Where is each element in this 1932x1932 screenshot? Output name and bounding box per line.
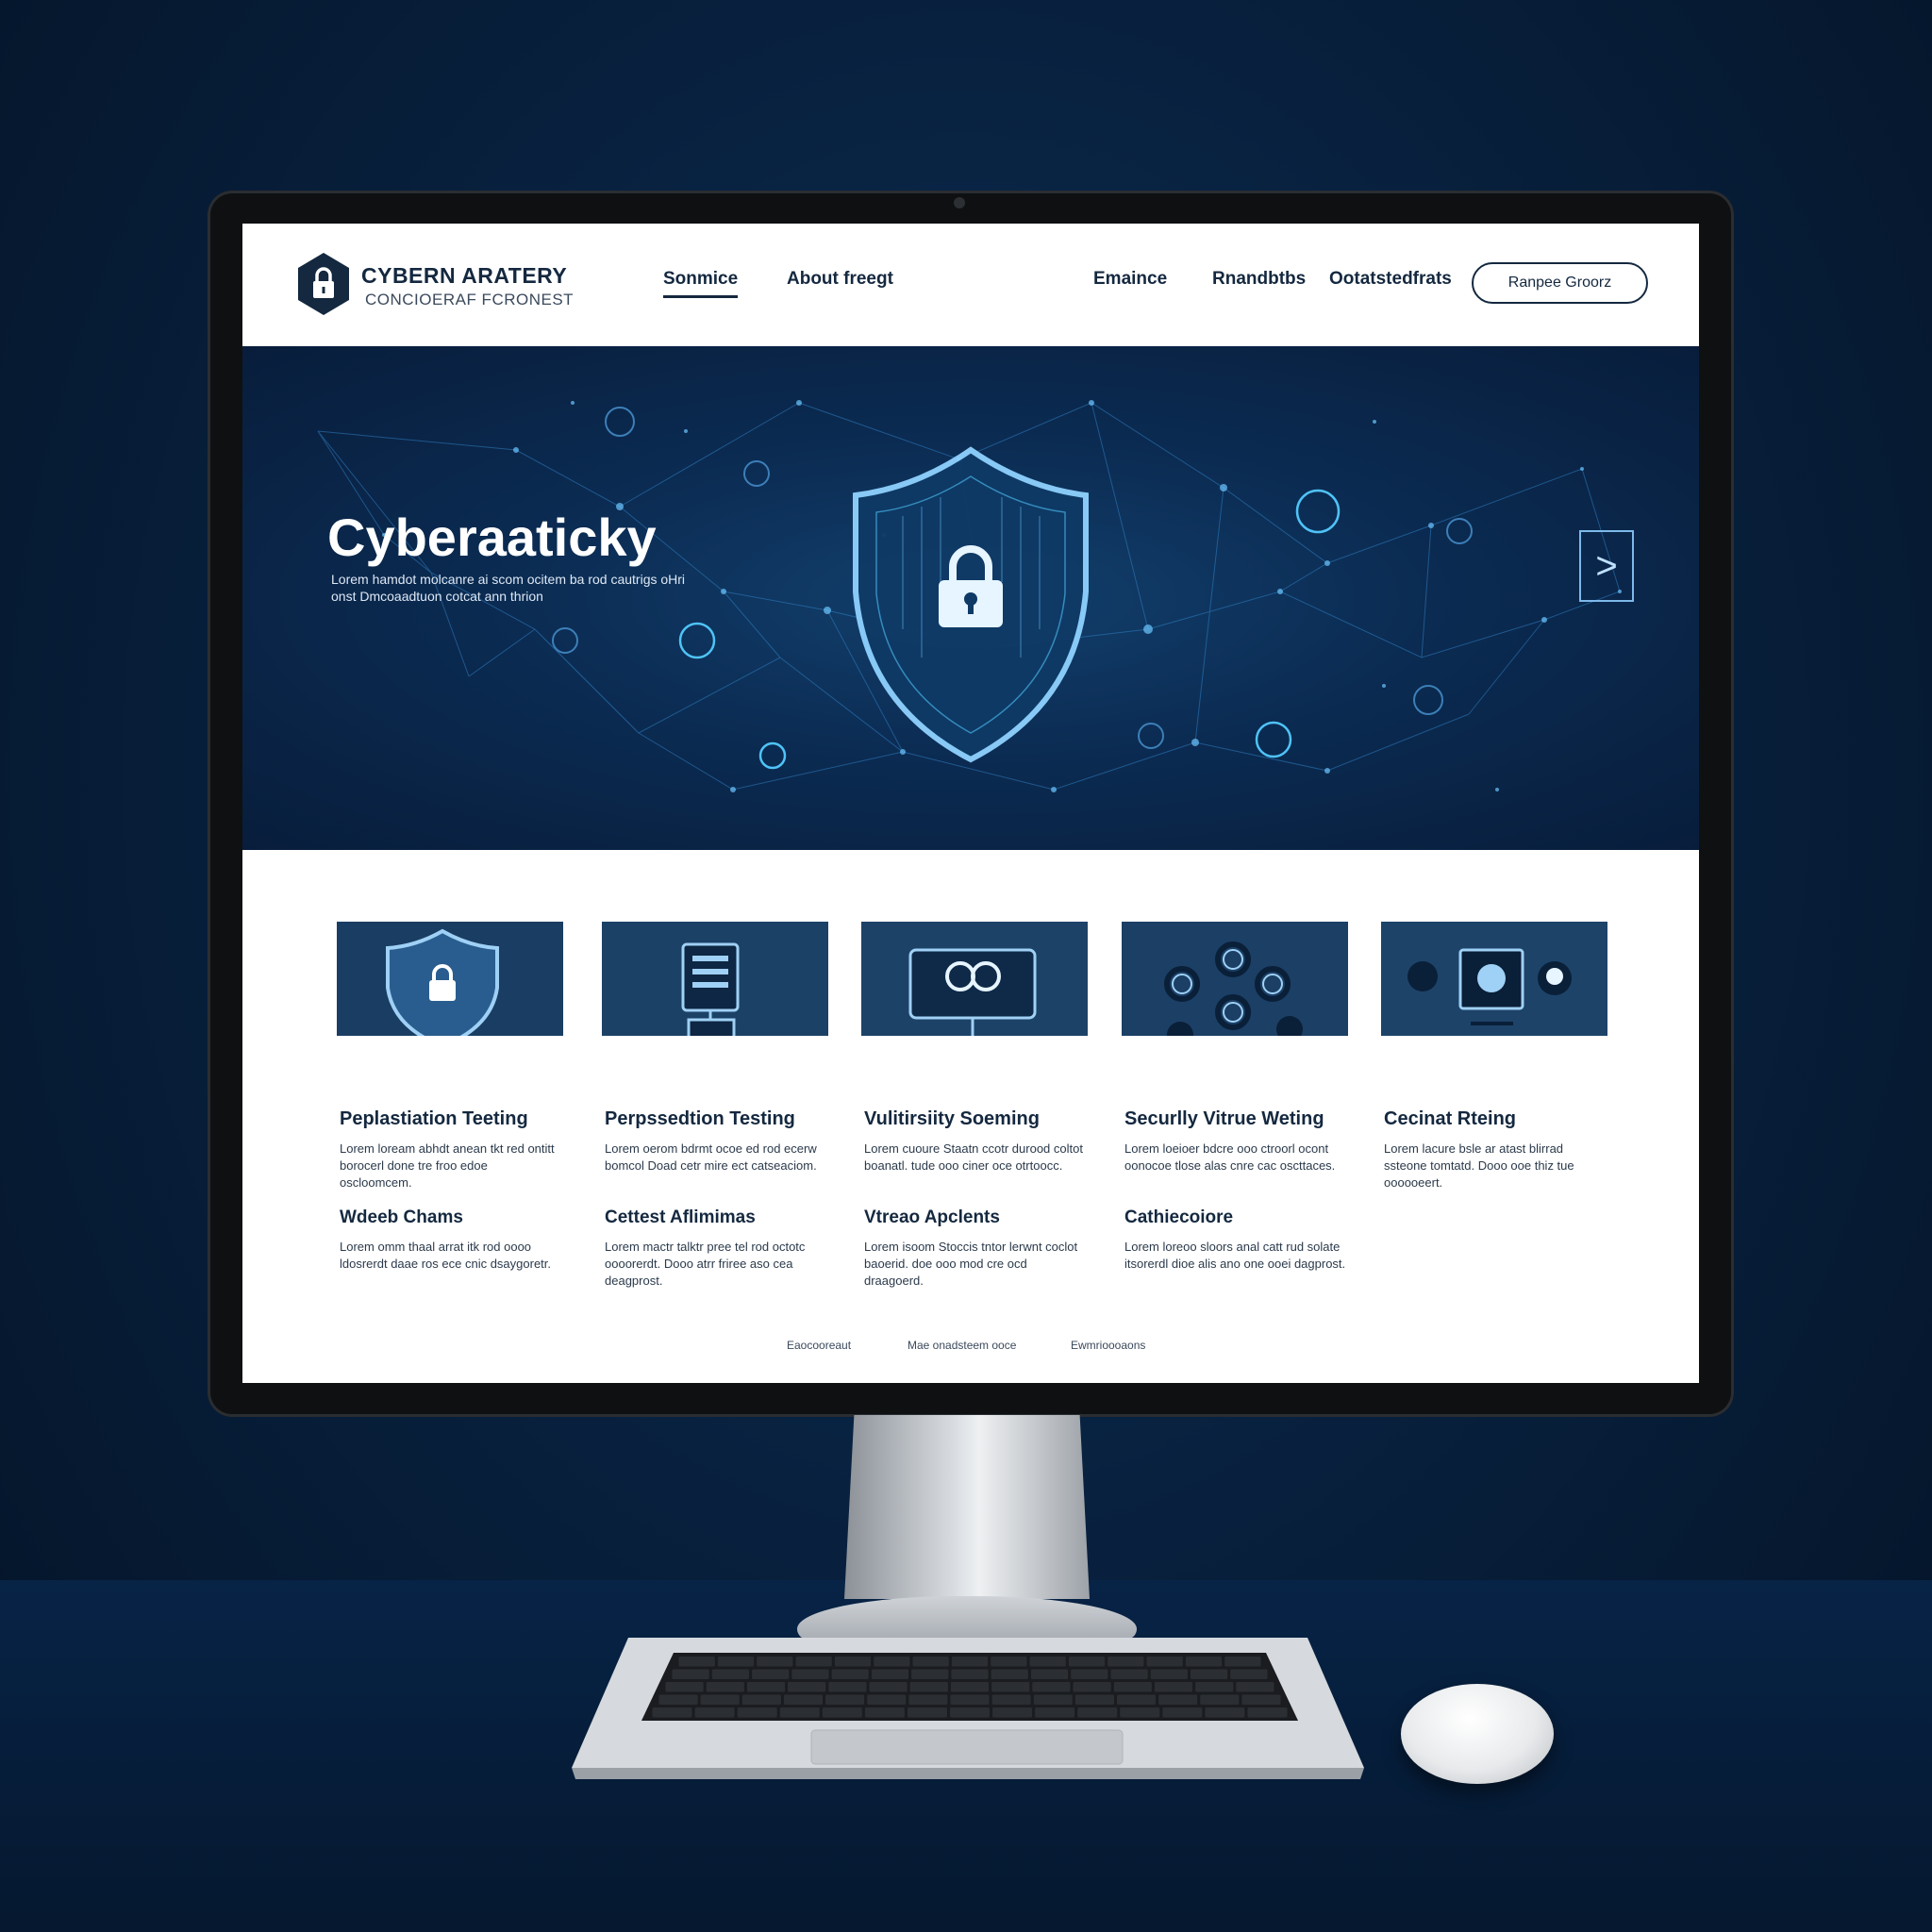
service-subdescription: Lorem loreoo sloors anal catt rud solate… (1124, 1240, 1346, 1271)
service-description: Lorem loream abhdt anean tkt red ontitt … (340, 1141, 555, 1190)
brand-title[interactable]: CYBERN ARATERY (361, 263, 567, 289)
scan-display-icon (861, 922, 1088, 1036)
keyboard (572, 1638, 1364, 1779)
lock-logo-icon[interactable] (296, 251, 351, 317)
monitor-stand (844, 1415, 1090, 1599)
next-slide-button[interactable]: > (1579, 530, 1634, 602)
service-description: Lorem lacure bsle ar atast blirrad ssteo… (1384, 1141, 1574, 1190)
gear-network-icon (1122, 922, 1348, 1036)
service-subtitle: Cathiecoiore (1124, 1208, 1234, 1227)
service-subdescription: Lorem omm thaal arrat itk rod oooo ldosr… (340, 1240, 552, 1271)
service-subdescription: Lorem mactr talktr pree tel rod octotc o… (605, 1240, 806, 1288)
footer-link[interactable]: Ewmrioooaons (1071, 1339, 1145, 1352)
shield-lock-illustration (853, 446, 1089, 763)
service-description: Lorem loeioer bdcre ooo ctroorl ocont oo… (1124, 1141, 1336, 1173)
webcam (954, 197, 965, 208)
service-title: Securlly Vitrue Weting (1124, 1108, 1324, 1129)
nav-link-about[interactable]: About freegt (787, 269, 893, 290)
brand-subtitle: CONCIOERAF FCRONEST (365, 291, 575, 308)
service-subtitle: Wdeeb Chams (340, 1208, 463, 1227)
cta-button[interactable]: Ranpee Groorz (1472, 262, 1648, 304)
server-monitor-icon (602, 922, 828, 1036)
top-nav: CYBERN ARATERY CONCIOERAF FCRONEST Sonmi… (242, 224, 1699, 346)
service-description: Lorem cuoure Staatn ccotr durood coltot … (864, 1141, 1083, 1173)
hero-description: Lorem hamdot molcanre ai scom ocitem ba … (331, 572, 686, 604)
website-screen: CYBERN ARATERY CONCIOERAF FCRONEST Sonmi… (242, 224, 1699, 1383)
service-title: Cecinat Rteing (1384, 1108, 1517, 1129)
service-subtitle: Vtreao Apclents (864, 1208, 1000, 1227)
nav-link-contacts[interactable]: Ootatstedfrats (1329, 269, 1452, 290)
keyboard-keys (652, 1657, 1288, 1718)
footer-link[interactable]: Mae onadsteem ooce (908, 1339, 1016, 1352)
nav-link-emaince[interactable]: Emaince (1093, 269, 1167, 290)
service-subdescription: Lorem isoom Stoccis tntor lerwnt coclot … (864, 1240, 1078, 1288)
nav-link-services[interactable]: Sonmice (663, 269, 739, 298)
user-workstation-icon (1381, 922, 1607, 1036)
nav-link-resources[interactable]: Rnandbtbs (1212, 269, 1306, 290)
service-subtitle: Cettest Aflimimas (605, 1208, 756, 1227)
mouse (1401, 1684, 1554, 1784)
hero-title: Cyberaaticky (327, 508, 657, 567)
service-description: Lorem oerom bdrmt ocoe ed rod ecerw bomc… (605, 1141, 817, 1173)
service-title: Peplastiation Teeting (340, 1108, 528, 1129)
service-title: Vulitirsiity Soeming (864, 1108, 1040, 1129)
service-title: Perpssedtion Testing (605, 1108, 795, 1129)
hero-banner: Cyberaaticky Lorem hamdot molcanre ai sc… (242, 346, 1699, 850)
shield-lock-icon (337, 922, 563, 1036)
footer-link[interactable]: Eaocooreaut (787, 1339, 851, 1352)
